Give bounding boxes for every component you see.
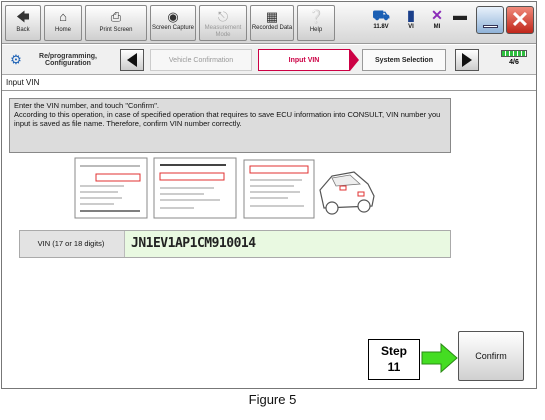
vin-location-illustration	[74, 157, 375, 219]
minimize-button[interactable]	[476, 6, 504, 34]
measurement-icon: ⎋	[217, 9, 229, 24]
active-step-pointer	[350, 49, 359, 71]
measurement-mode-button[interactable]: ⎋ Measurement Mode	[199, 5, 247, 41]
home-button[interactable]: ⌂ Home	[44, 5, 82, 41]
confirm-button[interactable]: Confirm	[458, 331, 524, 381]
mi-disconnected-icon: ✕	[431, 7, 443, 23]
next-button[interactable]	[455, 49, 479, 71]
crumb-reprogramming: Re/programming, Configuration	[39, 53, 97, 67]
car-battery-icon: ⛟	[372, 7, 390, 23]
step-callout: Step 11	[368, 339, 420, 380]
instruction-line-1: Enter the VIN number, and touch "Confirm…	[14, 101, 159, 110]
consult-screen: 🡄 Back ⌂ Home ⎙ Print Screen ◉ Screen Ca…	[1, 1, 537, 389]
progress-bar	[501, 50, 527, 57]
signal-icon: ▮	[407, 7, 415, 23]
instruction-panel: Enter the VIN number, and touch "Confirm…	[9, 98, 451, 153]
instruction-line-2: According to this operation, in case of …	[14, 110, 441, 128]
recorded-data-button[interactable]: ▦ Recorded Data	[250, 5, 294, 41]
back-button[interactable]: 🡄 Back	[5, 5, 41, 41]
print-screen-button[interactable]: ⎙ Print Screen	[85, 5, 147, 41]
breadcrumb-bar: ⚙ Re/programming, Configuration Vehicle …	[2, 45, 536, 75]
vi-status: ▮ VI	[400, 6, 422, 40]
battery-icon: ▬	[453, 7, 467, 23]
camera-icon: ◉	[167, 9, 179, 24]
battery-indicator: ▬	[450, 6, 470, 40]
mi-status: ✕ MI	[426, 6, 448, 40]
recorded-data-icon: ▦	[265, 9, 279, 24]
close-button[interactable]: ✕	[506, 6, 534, 34]
divider	[2, 90, 536, 91]
battery-status: ⛟ 11.8V	[366, 6, 396, 40]
page-title: Input VIN	[6, 78, 40, 87]
figure-caption: Figure 5	[248, 392, 297, 407]
previous-button[interactable]	[120, 49, 144, 71]
printer-icon: ⎙	[110, 9, 122, 24]
vin-plate-1	[74, 157, 148, 219]
screen-capture-button[interactable]: ◉ Screen Capture	[150, 5, 196, 41]
vin-label: VIN (17 or 18 digits)	[37, 239, 105, 248]
home-icon: ⌂	[59, 9, 67, 24]
help-button[interactable]: ❔ Help	[297, 5, 335, 41]
crumb-system-selection: System Selection	[362, 49, 446, 71]
next-arrow-icon	[462, 53, 472, 67]
crumb-input-vin: Input VIN	[258, 49, 350, 71]
page-counter: 4/6	[499, 49, 529, 71]
vin-plate-3	[243, 159, 315, 219]
reprogramming-icon: ⚙	[10, 52, 22, 67]
help-icon: ❔	[308, 9, 325, 24]
vin-entry-row: VIN (17 or 18 digits) JN1EV1AP1CM910014	[19, 230, 451, 258]
close-icon: ✕	[510, 7, 530, 32]
minimize-icon	[483, 25, 498, 28]
back-arrow-icon: 🡄	[16, 9, 30, 24]
callout-arrow-icon	[421, 342, 458, 374]
previous-arrow-icon	[127, 53, 137, 67]
crumb-vehicle-confirmation: Vehicle Confirmation	[150, 49, 252, 71]
toolbar: 🡄 Back ⌂ Home ⎙ Print Screen ◉ Screen Ca…	[2, 2, 536, 44]
vin-input[interactable]: JN1EV1AP1CM910014	[124, 231, 450, 257]
vehicle-icon	[319, 171, 375, 215]
